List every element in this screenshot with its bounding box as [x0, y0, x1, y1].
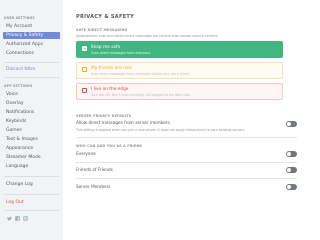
allow-dm-description: This setting is applied when you join a … [76, 128, 246, 132]
log-out-button[interactable]: Log Out [3, 199, 60, 206]
sidebar-item-text-images[interactable]: Text & Images [3, 136, 60, 143]
sidebar-divider [4, 77, 59, 78]
option-description: Turn this off. Don't scan anything. Go s… [91, 93, 191, 97]
option-i-live-on-the-edge[interactable]: I live on the edge Turn this off. Don't … [76, 83, 283, 100]
sidebar-item-privacy-safety[interactable]: Privacy & Safety [3, 32, 60, 39]
friends-of-friends-label: Friends of Friends [76, 167, 113, 172]
sidebar-item-games[interactable]: Games [3, 127, 60, 134]
facebook-icon[interactable] [15, 216, 20, 221]
sidebar-item-change-log[interactable]: Change Log [3, 181, 60, 188]
option-title: My friends are nice [91, 66, 133, 71]
settings-sidebar: USER SETTINGS My Account Privacy & Safet… [0, 0, 63, 240]
privacy-settings-panel: PRIVACY & SAFETY SAFE DIRECT MESSAGING A… [63, 0, 300, 240]
sidebar-divider [4, 176, 59, 177]
checkbox-checked-icon [82, 46, 87, 51]
section-divider [76, 137, 297, 138]
sidebar-item-notifications[interactable]: Notifications [3, 109, 60, 116]
sidebar-divider [4, 62, 59, 63]
sidebar-divider [4, 210, 59, 211]
server-privacy-header: SERVER PRIVACY DEFAULTS [76, 114, 132, 118]
toggle-knob [287, 168, 291, 172]
checkbox-unchecked-icon [82, 67, 87, 72]
toggle-knob [287, 185, 291, 189]
sidebar-item-language[interactable]: Language [3, 163, 60, 170]
option-my-friends-are-nice[interactable]: My friends are nice Scan direct messages… [76, 62, 283, 79]
checkbox-unchecked-icon [82, 88, 87, 93]
safe-dm-header: SAFE DIRECT MESSAGING [76, 28, 128, 32]
allow-dm-toggle[interactable] [286, 121, 297, 127]
sidebar-item-connections[interactable]: Connections [3, 50, 60, 57]
user-settings-header: USER SETTINGS [4, 16, 35, 20]
option-description: Scan direct messages from everyone unles… [91, 72, 191, 76]
toggle-knob [287, 152, 291, 156]
safe-dm-description: Automatically scan and delete direct mes… [76, 34, 219, 38]
check-icon [83, 47, 86, 50]
sidebar-item-keybinds[interactable]: Keybinds [3, 118, 60, 125]
option-title: I live on the edge [91, 87, 129, 92]
instagram-icon[interactable] [23, 216, 28, 221]
friend-request-header: WHO CAN ADD YOU AS A FRIEND [76, 144, 143, 148]
sidebar-divider [4, 194, 59, 195]
server-members-toggle[interactable] [286, 184, 297, 190]
sidebar-item-discord-nitro[interactable]: Discord Nitro [3, 66, 60, 73]
everyone-toggle[interactable] [286, 151, 297, 157]
friends-of-friends-toggle[interactable] [286, 167, 297, 173]
option-keep-me-safe[interactable]: Keep me safe Scan direct messages from e… [76, 41, 283, 58]
allow-dm-label: Allow direct messages from server member… [76, 120, 172, 125]
sidebar-item-authorized-apps[interactable]: Authorized Apps [3, 41, 60, 48]
sidebar-item-appearance[interactable]: Appearance [3, 145, 60, 152]
option-description: Scan direct messages from everyone. [91, 51, 152, 55]
page-title: PRIVACY & SAFETY [76, 14, 135, 20]
sidebar-item-my-account[interactable]: My Account [3, 23, 60, 30]
row-divider [76, 162, 297, 163]
app-settings-header: APP SETTINGS [4, 84, 33, 88]
server-members-label: Server Members [76, 184, 111, 189]
sidebar-item-streamer-mode[interactable]: Streamer Mode [3, 154, 60, 161]
row-divider [76, 178, 297, 179]
sidebar-item-overlay[interactable]: Overlay [3, 100, 60, 107]
everyone-label: Everyone [76, 151, 96, 156]
twitter-icon[interactable] [7, 216, 12, 221]
option-title: Keep me safe [91, 45, 121, 50]
sidebar-item-voice[interactable]: Voice [3, 91, 60, 98]
toggle-knob [287, 122, 291, 126]
